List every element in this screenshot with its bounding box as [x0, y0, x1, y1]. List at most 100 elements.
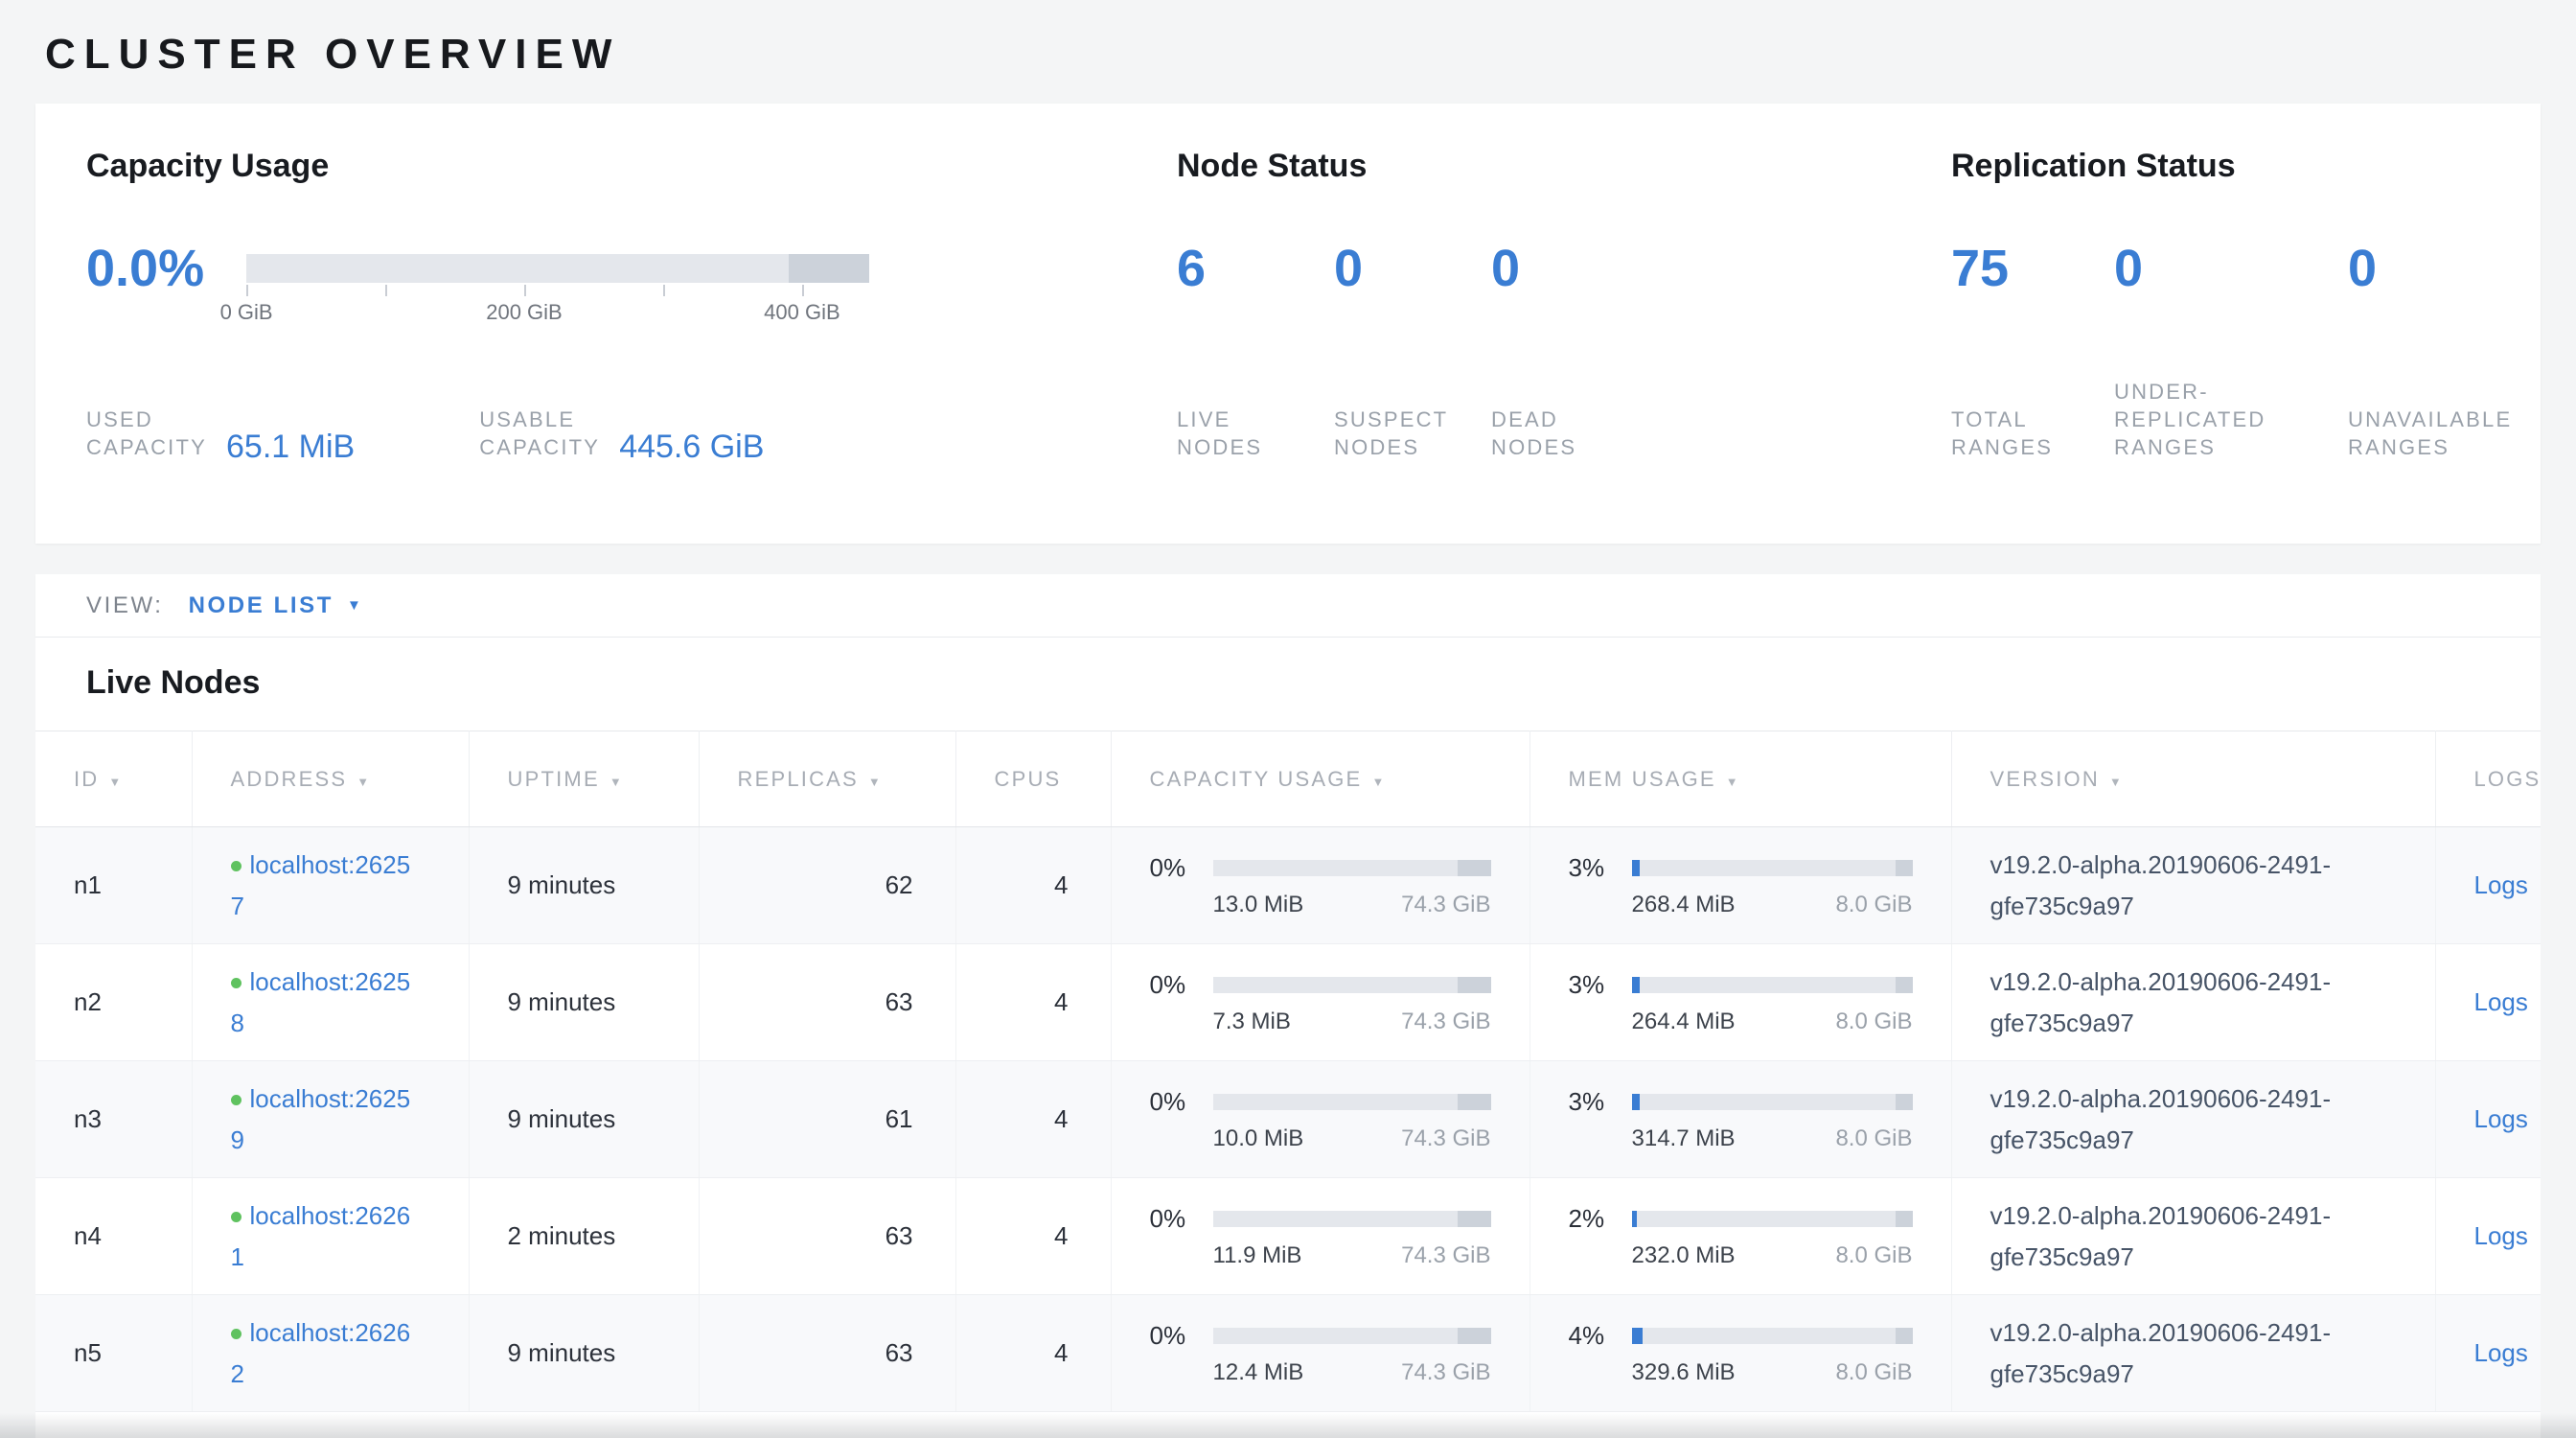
live-nodes-title: Live Nodes — [35, 664, 2541, 702]
node-address-link[interactable]: localhost:26257 — [231, 850, 411, 919]
partial-row-cell — [35, 1412, 2541, 1438]
node-address-link[interactable]: localhost:26262 — [231, 1318, 411, 1387]
node-version-cell: v19.2.0-alpha.20190606-2491-gfe735c9a97 — [1951, 1178, 2435, 1295]
node-address-cell: localhost:26257 — [192, 827, 469, 944]
cpus-value: 4 — [1054, 1338, 1068, 1367]
usable-capacity-value: 445.6 GiB — [619, 430, 764, 463]
column-label: ADDRESS — [231, 767, 348, 791]
used-capacity-metric: USED CAPACITY 65.1 MiB — [86, 406, 355, 461]
view-dropdown[interactable]: NODE LIST ▼ — [189, 592, 364, 619]
view-dropdown-value: NODE LIST — [189, 592, 334, 619]
capacity-usage-bar — [1213, 1211, 1491, 1227]
column-header-replicas[interactable]: REPLICAS▼ — [699, 731, 955, 827]
column-header-capacity-usage[interactable]: CAPACITY USAGE▼ — [1111, 731, 1530, 827]
used-capacity-label: USED CAPACITY — [86, 406, 207, 461]
node-live-dot — [231, 1095, 242, 1105]
bar-used-segment — [1632, 1328, 1644, 1344]
column-label: MEM USAGE — [1569, 767, 1716, 791]
node-id: n1 — [74, 870, 102, 899]
replicas-value: 62 — [886, 870, 913, 899]
capacity-percent: 0% — [1150, 853, 1200, 883]
chevron-down-icon: ▼ — [347, 597, 363, 614]
column-header-id[interactable]: ID▼ — [35, 731, 192, 827]
memory-total-value: 8.0 GiB — [1835, 1125, 1912, 1152]
column-label: UPTIME — [508, 767, 600, 791]
axis-tick — [524, 285, 526, 296]
memory-total-value: 8.0 GiB — [1835, 1242, 1912, 1269]
sort-down-icon: ▼ — [1371, 775, 1386, 789]
capacity-total-value: 74.3 GiB — [1401, 892, 1490, 918]
table-row: n5 localhost:26262 9 minutes 63 4 0% 12.… — [35, 1295, 2541, 1412]
bar-reserved-segment — [1896, 1094, 1913, 1110]
memory-used-value: 329.6 MiB — [1632, 1359, 1736, 1386]
dead-nodes-label: DEAD NODES — [1491, 406, 1576, 461]
uptime-value: 9 minutes — [508, 1338, 616, 1367]
logs-link[interactable]: Logs — [2474, 870, 2528, 899]
logs-link[interactable]: Logs — [2474, 1104, 2528, 1133]
column-header-uptime[interactable]: UPTIME ▼ — [469, 731, 699, 827]
bar-reserved-segment — [1896, 977, 1913, 993]
memory-used-value: 264.4 MiB — [1632, 1009, 1736, 1035]
node-address-link[interactable]: localhost:26258 — [231, 967, 411, 1036]
capacity-usage-title: Capacity Usage — [86, 148, 1177, 185]
node-id-cell: n3 — [35, 1061, 192, 1178]
usable-capacity-metric: USABLE CAPACITY 445.6 GiB — [479, 406, 764, 461]
node-id: n2 — [74, 987, 102, 1016]
table-row: n4 localhost:26261 2 minutes 63 4 0% 11.… — [35, 1178, 2541, 1295]
bar-used-segment — [1632, 860, 1641, 876]
column-header-mem-usage[interactable]: MEM USAGE▼ — [1530, 731, 1951, 827]
node-uptime-cell: 2 minutes — [469, 1178, 699, 1295]
mem-usage-bar — [1632, 1211, 1913, 1227]
usable-capacity-label: USABLE CAPACITY — [479, 406, 600, 461]
dead-nodes-count: 0 — [1491, 239, 1520, 298]
capacity-used-value: 10.0 MiB — [1213, 1125, 1304, 1152]
node-status-section: Node Status 6 0 0 LIVE NODES SUSPECT NOD… — [1177, 148, 1951, 544]
node-cpus-cell: 4 — [955, 827, 1111, 944]
column-header-address[interactable]: ADDRESS ▼ — [192, 731, 469, 827]
mem-usage-bar — [1632, 977, 1913, 993]
node-replicas-cell: 63 — [699, 944, 955, 1061]
column-header-version[interactable]: VERSION▼ — [1951, 731, 2435, 827]
capacity-percent: 0% — [1150, 970, 1200, 1000]
replicas-value: 61 — [886, 1104, 913, 1133]
node-logs-cell: Logs — [2435, 1178, 2541, 1295]
node-address-cell: localhost:26258 — [192, 944, 469, 1061]
capacity-total-value: 74.3 GiB — [1401, 1242, 1490, 1269]
capacity-bar-reserved-segment — [789, 254, 870, 283]
memory-total-value: 8.0 GiB — [1835, 1359, 1912, 1386]
table-header-row: ID▼ ADDRESS▼ UPTIME▼ REPLICAS▼ CPUS CAPA… — [35, 731, 2541, 827]
capacity-used-value: 12.4 MiB — [1213, 1359, 1304, 1386]
cpus-value: 4 — [1054, 870, 1068, 899]
uptime-value: 9 minutes — [508, 987, 616, 1016]
live-nodes-card: Live Nodes ID▼ ADDRESS ▼ UPTIME ▼ REPLICAS… — [35, 638, 2541, 1438]
version-value: v19.2.0-alpha.20190606-2491-gfe735c9a97 — [1990, 1312, 2450, 1393]
capacity-usage-bar — [1213, 1328, 1491, 1344]
node-id: n4 — [74, 1221, 102, 1250]
node-capacity-cell: 0% 11.9 MiB74.3 GiB — [1111, 1178, 1530, 1295]
node-id-cell: n2 — [35, 944, 192, 1061]
node-id-cell: n5 — [35, 1295, 192, 1412]
sort-down-icon: ▼ — [610, 775, 624, 789]
node-cpus-cell: 4 — [955, 944, 1111, 1061]
node-address-link[interactable]: localhost:26259 — [231, 1084, 411, 1153]
node-logs-cell: Logs — [2435, 944, 2541, 1061]
cluster-summary-card: Capacity Usage 0.0% 0 GiB 200 GiB 400 Gi… — [35, 104, 2541, 544]
memory-percent: 2% — [1569, 1204, 1619, 1234]
logs-link[interactable]: Logs — [2474, 1221, 2528, 1250]
sort-down-icon: ▼ — [356, 775, 371, 789]
node-replicas-cell: 62 — [699, 827, 955, 944]
logs-link[interactable]: Logs — [2474, 1338, 2528, 1367]
bar-reserved-segment — [1896, 1211, 1913, 1227]
capacity-percent-value: 0.0% — [86, 239, 204, 298]
total-ranges-count: 75 — [1951, 239, 2114, 298]
memory-total-value: 8.0 GiB — [1835, 1009, 1912, 1035]
suspect-nodes-count: 0 — [1334, 239, 1491, 298]
version-value: v19.2.0-alpha.20190606-2491-gfe735c9a97 — [1990, 962, 2450, 1042]
unavailable-ranges-label: UNAVAILABLE RANGES — [2348, 406, 2512, 461]
logs-link[interactable]: Logs — [2474, 987, 2528, 1016]
node-live-dot — [231, 861, 242, 871]
node-address-link[interactable]: localhost:26261 — [231, 1201, 411, 1270]
node-replicas-cell: 63 — [699, 1178, 955, 1295]
uptime-value: 9 minutes — [508, 870, 616, 899]
live-nodes-table: ID▼ ADDRESS▼ UPTIME▼ REPLICAS▼ CPUS CAPA… — [35, 731, 2541, 1438]
